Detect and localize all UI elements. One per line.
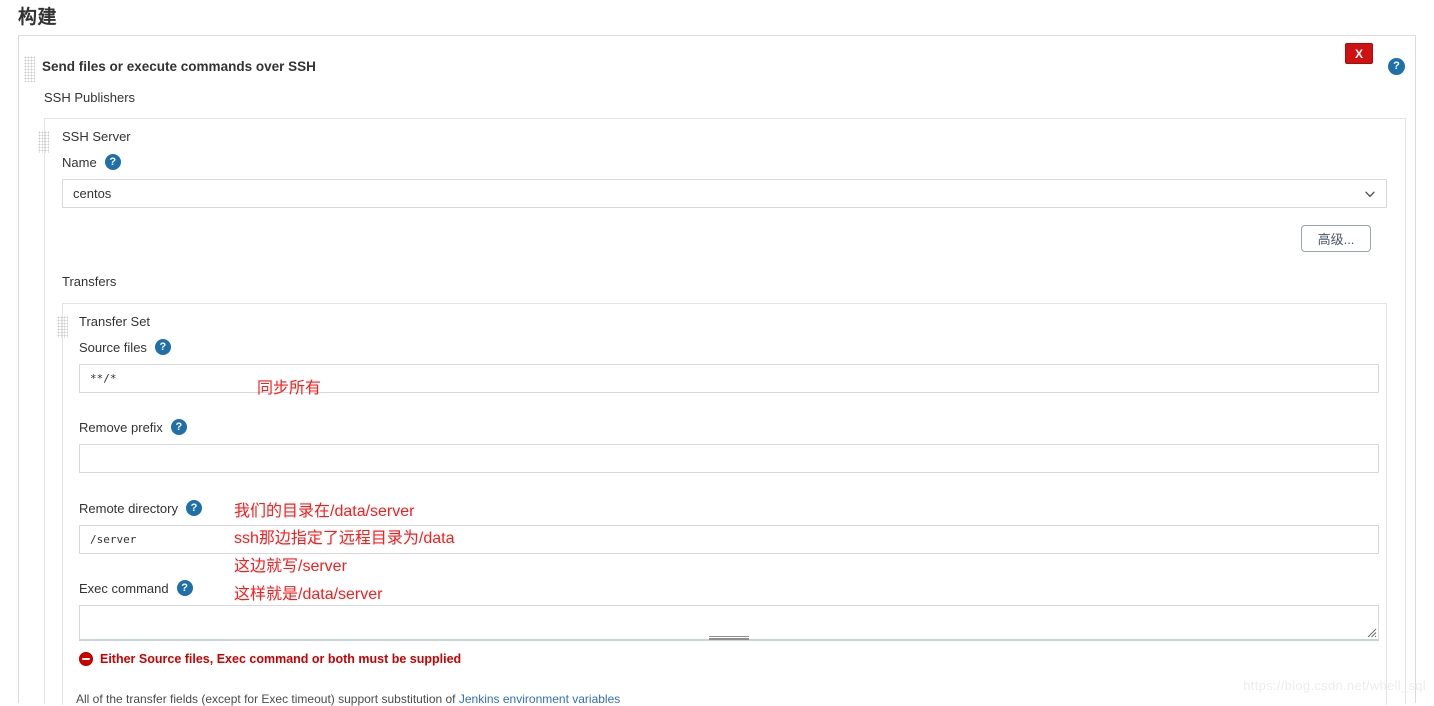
close-button[interactable]: X [1345, 43, 1373, 64]
block-title: Send files or execute commands over SSH [42, 59, 316, 74]
page-title: 构建 [18, 7, 58, 28]
remove-prefix-label-row: Remove prefix ? [79, 419, 187, 435]
source-files-label-row: Source files ? [79, 339, 171, 355]
transfers-label: Transfers [62, 274, 117, 289]
source-files-label: Source files [79, 339, 147, 355]
help-icon-remote-directory[interactable]: ? [185, 500, 202, 516]
builder-panel: X ? Send files or execute commands over … [18, 35, 1416, 705]
annotation-source-files: 同步所有 [257, 380, 322, 397]
ssh-server-panel: SSH Server Name ? centos 高级... Transfers… [38, 118, 1406, 705]
annotation-remote-dir-line1: 我们的目录在/data/server [234, 503, 415, 520]
ssh-server-drag-handle-icon[interactable] [38, 131, 49, 153]
ssh-server-label: SSH Server [62, 129, 131, 144]
exec-command-textarea-wrap [79, 605, 1379, 641]
drag-handle-icon[interactable] [24, 56, 35, 82]
validation-error-row: Either Source files, Exec command or bot… [79, 652, 461, 666]
remote-directory-label: Remote directory [79, 500, 178, 516]
help-icon-remove-prefix[interactable]: ? [170, 419, 187, 435]
exec-command-label: Exec command [79, 580, 169, 596]
ssh-server-name-select[interactable]: centos [62, 179, 1387, 208]
exec-command-textarea[interactable] [79, 605, 1379, 641]
help-icon-name[interactable]: ? [104, 154, 121, 170]
help-icon-exec-command[interactable]: ? [176, 580, 193, 596]
remove-prefix-input[interactable] [79, 444, 1379, 473]
error-icon [79, 652, 93, 666]
annotation-remote-dir-line3: 这边就写/server [234, 558, 347, 575]
error-message: Either Source files, Exec command or bot… [100, 652, 462, 666]
name-label: Name [62, 154, 97, 170]
footnote-text: All of the transfer fields (except for E… [76, 692, 459, 706]
help-icon-source-files[interactable]: ? [154, 339, 171, 355]
remove-prefix-label: Remove prefix [79, 419, 163, 435]
advanced-button[interactable]: 高级... [1301, 225, 1371, 252]
ssh-server-name-select-wrap: centos [62, 179, 1387, 208]
help-icon-block[interactable]: ? [1388, 58, 1405, 75]
footnote: All of the transfer fields (except for E… [76, 692, 620, 706]
remote-directory-label-row: Remote directory ? [79, 500, 202, 516]
block-header: Send files or execute commands over SSH [24, 56, 316, 82]
annotation-remote-dir-line4: 这样就是/data/server [234, 586, 383, 603]
annotation-remote-dir-line2: ssh那边指定了远程目录为/data [234, 530, 455, 547]
transfer-set-drag-handle-icon[interactable] [57, 316, 68, 338]
jenkins-env-variables-link[interactable]: Jenkins environment variables [459, 692, 620, 706]
exec-command-label-row: Exec command ? [79, 580, 193, 596]
name-field-label-row: Name ? [62, 154, 121, 170]
transfer-set-label: Transfer Set [79, 314, 151, 329]
ssh-publishers-label: SSH Publishers [44, 90, 136, 105]
watermark: https://blog.csdn.net/whell_sql [1243, 678, 1426, 693]
